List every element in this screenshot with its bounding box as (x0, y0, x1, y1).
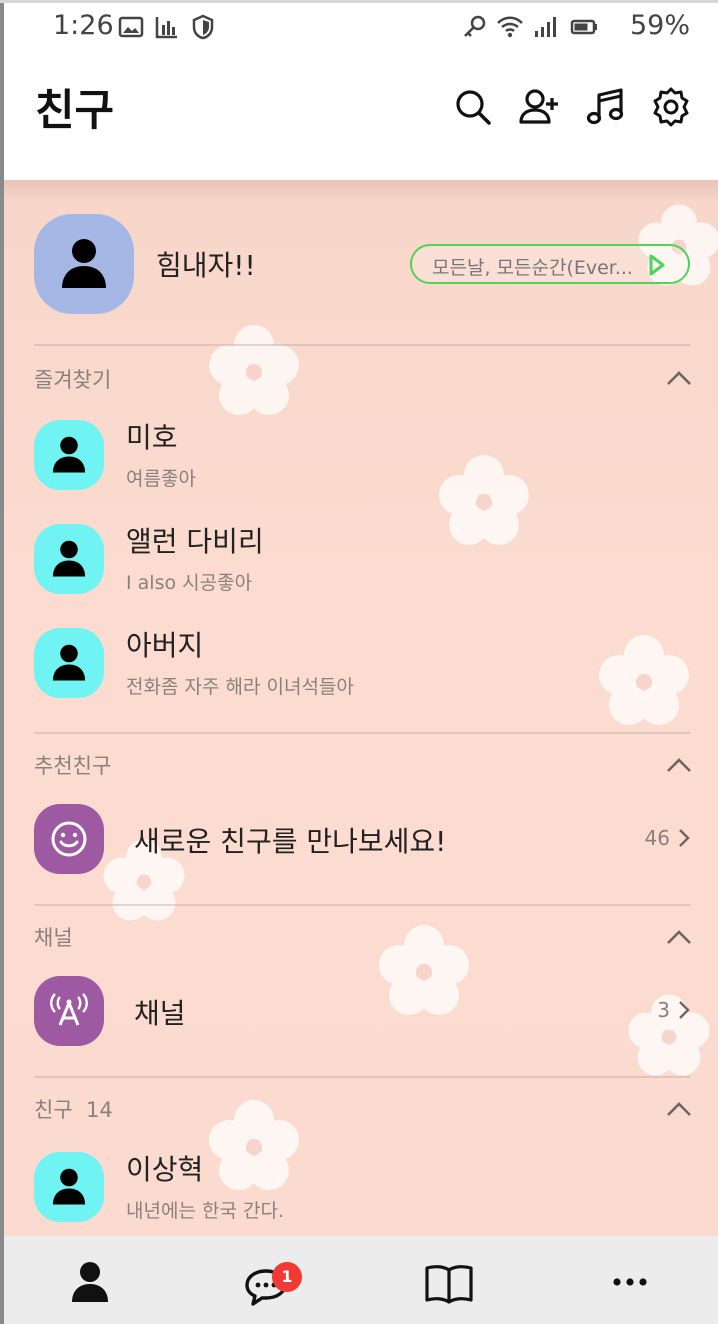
recommend-count: 46 (644, 826, 670, 850)
play-icon (649, 254, 665, 276)
status-bar: 1:26 59% (0, 0, 718, 52)
friend-row[interactable]: 앨런 다비리 I also 시공좋아 (34, 524, 690, 598)
person-icon (52, 540, 86, 577)
my-name: 힘내자!! (156, 249, 256, 282)
nav-friends-person-icon[interactable] (68, 1260, 112, 1304)
chevron-up-icon[interactable] (666, 929, 692, 945)
friend-row[interactable]: 이상혁 내년에는 한국 간다. (34, 1152, 690, 1226)
chart-icon (155, 17, 177, 39)
recommend-label: 새로운 친구를 만나보세요! (134, 825, 447, 858)
channel-label: 채널 (134, 997, 186, 1030)
shield-icon (192, 14, 214, 40)
section-favorites-title: 즐겨찾기 (34, 368, 112, 392)
friend-status: I also 시공좋아 (126, 572, 253, 594)
key-icon (464, 15, 486, 37)
chevron-right-icon (679, 1001, 690, 1019)
page-title: 친구 (35, 86, 115, 136)
nav-more-icon[interactable] (610, 1272, 650, 1292)
friend-status: 내년에는 한국 간다. (126, 1200, 284, 1222)
friend-name: 앨런 다비리 (126, 525, 264, 558)
friend-row[interactable]: 미호 여름좋아 (34, 420, 690, 494)
status-time: 1:26 (53, 10, 114, 41)
avatar (34, 524, 104, 594)
profile-music-title: 모든날, 모든순간(Ever... (432, 257, 633, 279)
friend-name: 미호 (126, 421, 178, 454)
person-icon (52, 644, 86, 681)
app-header: 친구 (0, 52, 718, 180)
music-icon[interactable] (584, 86, 626, 128)
friend-status: 전화좀 자주 해라 이녀석들아 (126, 676, 354, 698)
image-icon (118, 16, 144, 38)
bottom-nav (0, 1236, 718, 1324)
avatar (34, 420, 104, 490)
channel-count: 3 (657, 998, 670, 1022)
chevron-up-icon[interactable] (666, 757, 692, 773)
avatar (34, 628, 104, 698)
friends-list[interactable]: 힘내자!! 모든날, 모든순간(Ever... 즐겨찾기 미호 여름좋아 앨런 … (4, 180, 718, 1236)
avatar (34, 1152, 104, 1222)
friend-status: 여름좋아 (126, 468, 196, 490)
wifi-icon (497, 16, 523, 38)
channel-avatar (34, 976, 104, 1046)
add-friend-icon[interactable] (518, 86, 560, 128)
divider (34, 732, 690, 734)
section-recommend-title: 추천친구 (34, 754, 112, 778)
my-avatar[interactable] (34, 214, 134, 314)
section-friends-title: 친구 14 (34, 1094, 113, 1124)
person-icon (52, 436, 86, 473)
person-icon (52, 1168, 86, 1205)
section-channel-title: 채널 (34, 926, 73, 950)
profile-music-button[interactable]: 모든날, 모든순간(Ever... (410, 244, 690, 284)
divider (34, 904, 690, 906)
window-edge (0, 0, 4, 1324)
chevron-up-icon[interactable] (666, 1101, 692, 1117)
window-top-edge (0, 0, 718, 3)
friend-name: 아버지 (126, 629, 204, 662)
signal-icon (535, 17, 556, 37)
battery-icon (570, 19, 597, 35)
search-icon[interactable] (452, 86, 494, 128)
my-profile[interactable]: 힘내자!! 모든날, 모든순간(Ever... (34, 214, 690, 314)
chevron-up-icon[interactable] (666, 370, 692, 386)
blossom-decoration (209, 325, 299, 415)
smile-icon (51, 821, 87, 857)
battery-percent: 59% (629, 10, 690, 41)
recommend-avatar (34, 804, 104, 874)
broadcast-icon (50, 993, 88, 1026)
settings-icon[interactable] (650, 86, 692, 128)
channel-row[interactable]: 채널 3 (34, 976, 690, 1050)
chat-unread-badge: 1 (272, 1262, 302, 1292)
divider (34, 344, 690, 346)
friend-row[interactable]: 아버지 전화좀 자주 해라 이녀석들아 (34, 628, 690, 702)
section-friends-count: 14 (86, 1098, 113, 1122)
chevron-right-icon (679, 829, 690, 847)
person-icon (62, 239, 106, 288)
friend-name: 이상혁 (126, 1153, 204, 1186)
recommend-friends-row[interactable]: 새로운 친구를 만나보세요! 46 (34, 804, 690, 878)
divider (34, 1076, 690, 1078)
nav-book-icon[interactable] (424, 1262, 474, 1306)
section-friends-label: 친구 (34, 1098, 73, 1122)
